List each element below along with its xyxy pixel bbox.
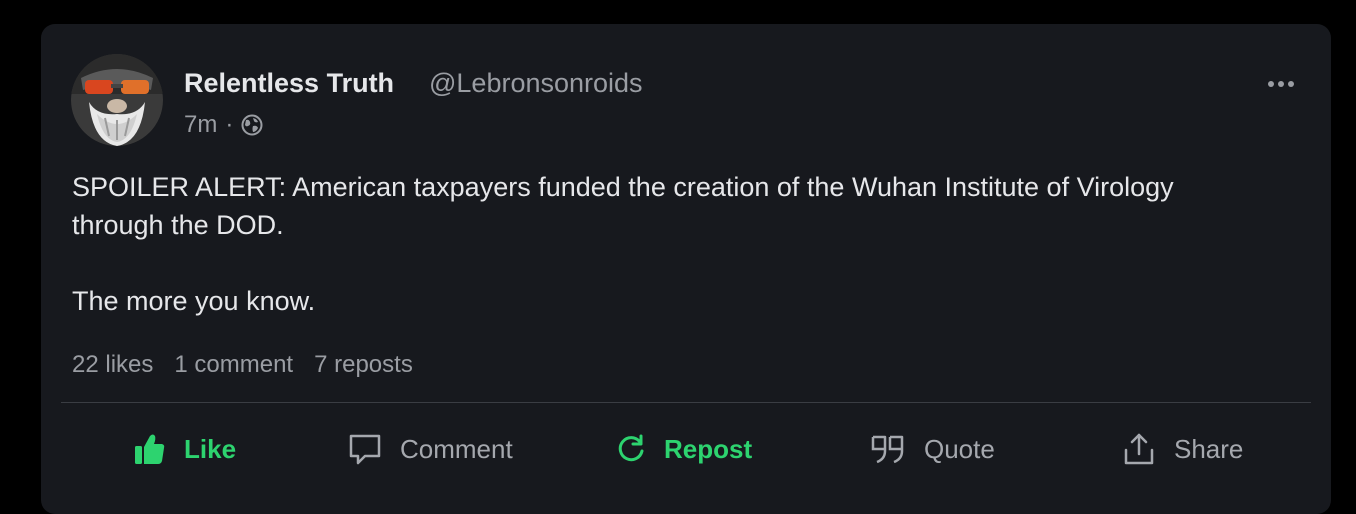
share-button[interactable]: Share bbox=[1122, 428, 1243, 470]
more-options-button[interactable] bbox=[1261, 70, 1301, 98]
comments-count[interactable]: 1 comment bbox=[174, 351, 293, 379]
likes-count[interactable]: 22 likes bbox=[72, 351, 153, 379]
quote-icon bbox=[871, 435, 904, 464]
comment-label: Comment bbox=[400, 433, 513, 464]
like-button[interactable]: Like bbox=[134, 428, 236, 470]
share-label: Share bbox=[1174, 433, 1244, 464]
avatar[interactable] bbox=[71, 54, 163, 146]
like-label: Like bbox=[184, 433, 237, 464]
avatar-image bbox=[71, 54, 163, 146]
author-name[interactable]: Relentless Truth bbox=[184, 68, 394, 99]
repost-icon bbox=[618, 434, 644, 462]
author-handle[interactable]: @Lebronsonroids bbox=[429, 68, 643, 99]
ellipsis-icon bbox=[1268, 81, 1294, 87]
quote-button[interactable]: Quote bbox=[870, 428, 995, 470]
repost-button[interactable]: Repost bbox=[616, 428, 752, 470]
globe-icon bbox=[241, 114, 263, 136]
post-paragraph: SPOILER ALERT: American taxpayers funded… bbox=[72, 172, 1174, 240]
share-icon bbox=[1124, 433, 1154, 465]
post-time[interactable]: 7m bbox=[184, 111, 217, 139]
post-body: SPOILER ALERT: American taxpayers funded… bbox=[72, 168, 1272, 320]
comment-button[interactable]: Comment bbox=[348, 428, 513, 470]
quote-label: Quote bbox=[924, 433, 995, 464]
comment-icon bbox=[349, 434, 381, 465]
reposts-count[interactable]: 7 reposts bbox=[314, 351, 413, 379]
post-stats: 22 likes 1 comment 7 reposts bbox=[72, 351, 413, 379]
divider bbox=[61, 402, 1311, 403]
repost-label: Repost bbox=[664, 433, 753, 464]
thumbs-up-icon bbox=[135, 434, 165, 464]
post-paragraph: The more you know. bbox=[72, 286, 316, 316]
meta-separator: · bbox=[225, 111, 234, 138]
post-card: Relentless Truth @Lebronsonroids 7m · SP… bbox=[41, 24, 1331, 514]
post-meta: 7m · bbox=[184, 111, 263, 139]
